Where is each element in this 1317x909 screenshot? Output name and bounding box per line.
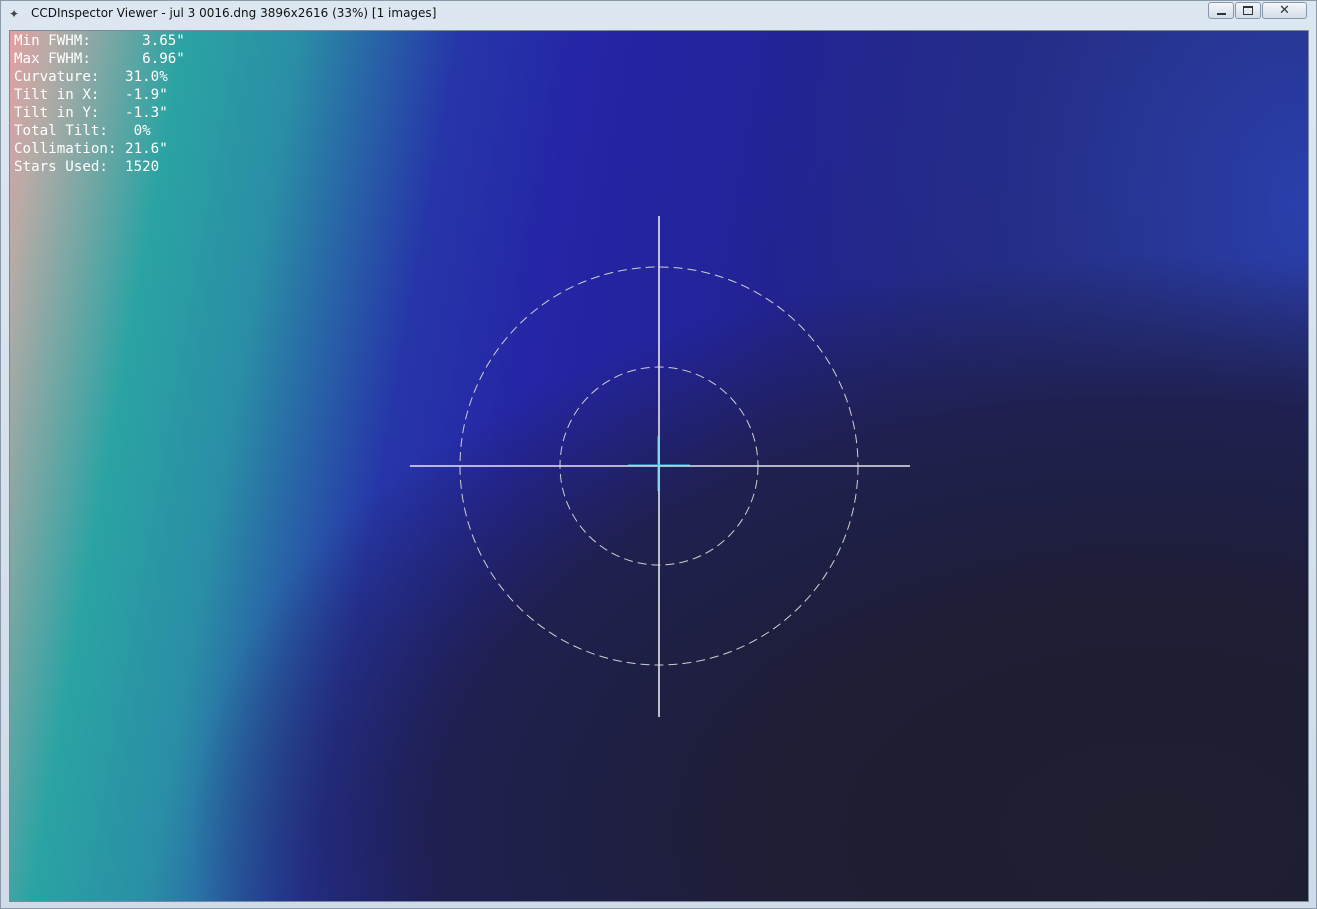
- stat-curvature: Curvature: 31.0%: [14, 69, 168, 85]
- stat-min-fwhm: Min FWHM: 3.65": [14, 33, 185, 49]
- collimation-overlay: [410, 216, 910, 717]
- ccdinspector-viewer-window: ✦ CCDInspector Viewer - jul 3 0016.dng 3…: [0, 0, 1317, 909]
- inspection-stats: Min FWHM: 3.65" Max FWHM: 6.96" Curvatur…: [14, 32, 185, 176]
- close-button[interactable]: ✕: [1262, 2, 1307, 19]
- stat-tilt-x: Tilt in X: -1.9": [14, 87, 168, 103]
- window-title: CCDInspector Viewer - jul 3 0016.dng 389…: [31, 6, 437, 20]
- minimize-icon: [1216, 12, 1226, 15]
- close-icon: ✕: [1279, 3, 1290, 18]
- app-icon[interactable]: ✦: [9, 7, 25, 21]
- maximize-icon: [1243, 6, 1253, 15]
- stat-max-fwhm: Max FWHM: 6.96": [14, 51, 185, 67]
- stat-tilt-y: Tilt in Y: -1.3": [14, 105, 168, 121]
- title-bar[interactable]: ✦ CCDInspector Viewer - jul 3 0016.dng 3…: [1, 1, 1316, 28]
- stat-stars-used: Stars Used: 1520: [14, 159, 160, 175]
- stat-total-tilt: Total Tilt: 0%: [14, 123, 151, 139]
- maximize-button[interactable]: [1235, 2, 1261, 19]
- minimize-button[interactable]: [1208, 2, 1234, 19]
- stat-collimation: Collimation: 21.6": [14, 141, 168, 157]
- curvature-map-canvas[interactable]: Min FWHM: 3.65" Max FWHM: 6.96" Curvatur…: [9, 30, 1309, 902]
